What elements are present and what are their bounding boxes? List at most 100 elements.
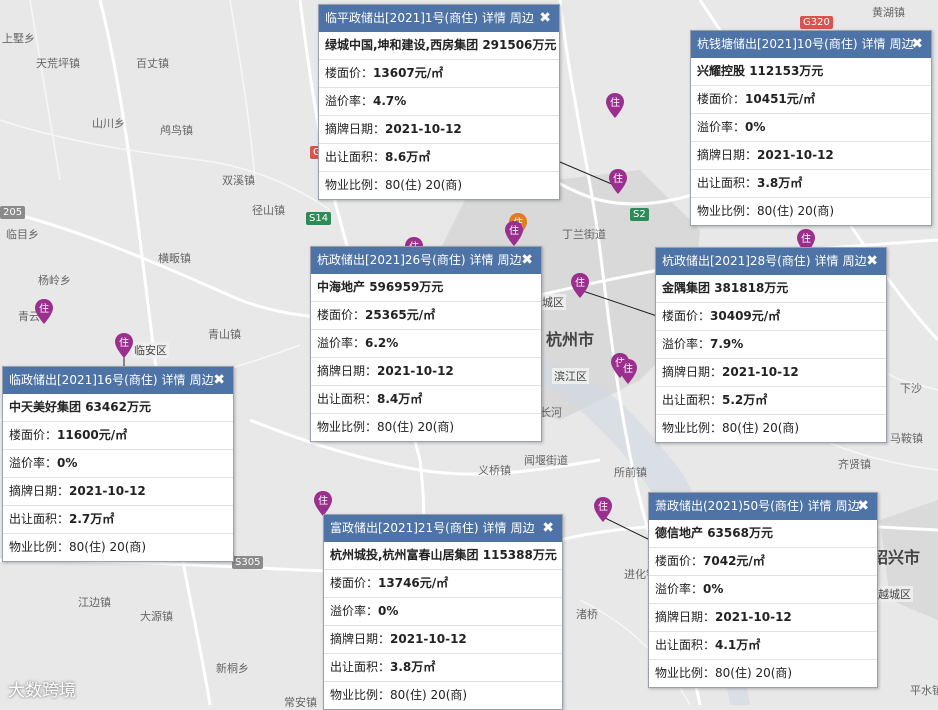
floor-price-row-label: 楼面价： — [697, 92, 746, 106]
close-icon[interactable]: ✖ — [866, 248, 878, 275]
premium-row-value: 0% — [57, 456, 78, 470]
close-icon[interactable]: ✖ — [521, 247, 533, 274]
area-row-label: 出让面积： — [9, 512, 70, 526]
premium-row: 溢价率：7.9% — [656, 330, 886, 358]
close-icon[interactable]: ✖ — [542, 515, 554, 542]
close-icon[interactable]: ✖ — [857, 493, 869, 520]
floor-price-row: 楼面价：13746元/㎡ — [324, 569, 562, 597]
area-row: 出让面积：2.7万㎡ — [3, 505, 233, 533]
land-marker-pin[interactable]: 住 — [608, 168, 628, 196]
listing-date-row-value: 2021-10-12 — [69, 484, 146, 498]
svg-text:住: 住 — [119, 336, 129, 349]
buyer-name: 中海地产 — [317, 280, 366, 294]
buyer-name: 中天美好集团 — [9, 400, 82, 414]
ratio-row-label: 物业比例： — [655, 666, 716, 680]
details-link[interactable]: 详情 — [483, 521, 507, 535]
floor-price-row: 楼面价：7042元/㎡ — [649, 547, 877, 575]
premium-row-value: 7.9% — [710, 337, 744, 351]
area-row-value: 4.1万㎡ — [715, 638, 761, 652]
ratio-row: 物业比例：80(住) 20(商) — [311, 413, 541, 441]
nearby-link[interactable]: 周边 — [498, 253, 522, 267]
nearby-link[interactable]: 周边 — [843, 254, 867, 268]
land-marker-pin[interactable]: 住 — [34, 298, 54, 326]
premium-row-value: 0% — [703, 582, 724, 596]
buyer-row: 绿城中国,坤和建设,西房集团 291506万元 — [319, 32, 559, 59]
ratio-row-value: 80(住) 20(商) — [390, 688, 468, 702]
premium-row-value: 0% — [745, 120, 766, 134]
nearby-link[interactable]: 周边 — [890, 37, 914, 51]
ratio-row-label: 物业比例： — [697, 204, 758, 218]
details-link[interactable]: 详情 — [808, 499, 832, 513]
close-icon[interactable]: ✖ — [539, 5, 551, 32]
listing-date-row-value: 2021-10-12 — [390, 632, 467, 646]
ratio-row-value: 80(住) 20(商) — [722, 421, 800, 435]
floor-price-row: 楼面价：11600元/㎡ — [3, 421, 233, 449]
floor-price-row: 楼面价：30409元/㎡ — [656, 302, 886, 330]
area-row: 出让面积：3.8万㎡ — [691, 169, 931, 197]
floor-price-row-label: 楼面价： — [330, 576, 379, 590]
listing-date-row: 摘牌日期：2021-10-12 — [3, 477, 233, 505]
svg-text:住: 住 — [318, 494, 328, 507]
popup-title: 富政储出[2021]21号(商住) — [330, 521, 479, 535]
deal-amount: 63568万元 — [707, 526, 773, 540]
ratio-row-value: 80(住) 20(商) — [377, 420, 455, 434]
ratio-row-value: 80(住) 20(商) — [385, 178, 463, 192]
land-marker-pin[interactable]: 住 — [593, 496, 613, 524]
nearby-link[interactable]: 周边 — [510, 11, 534, 25]
premium-row: 溢价率：0% — [324, 597, 562, 625]
details-link[interactable]: 详情 — [162, 373, 186, 387]
premium-row-label: 溢价率： — [9, 456, 58, 470]
land-info-popup: 临平政储出[2021]1号(商住) 详情 周边 ✖ 绿城中国,坤和建设,西房集团 291… — [318, 4, 560, 200]
premium-row-value: 0% — [378, 604, 399, 618]
buyer-row: 兴耀控股 112153万元 — [691, 58, 931, 85]
nearby-link[interactable]: 周边 — [511, 521, 535, 535]
buyer-row: 金隅集团 381818万元 — [656, 275, 886, 302]
close-icon[interactable]: ✖ — [213, 367, 225, 394]
details-link[interactable]: 详情 — [482, 11, 506, 25]
land-info-popup: 富政储出[2021]21号(商住) 详情 周边 ✖ 杭州城投,杭州富春山居集团 1153… — [323, 514, 563, 710]
ratio-row-label: 物业比例： — [662, 421, 723, 435]
buyer-name: 兴耀控股 — [697, 64, 746, 78]
buyer-name: 金隅集团 — [662, 281, 711, 295]
listing-date-row-value: 2021-10-12 — [722, 365, 799, 379]
land-marker-pin[interactable]: 住 — [570, 272, 590, 300]
land-marker-pin[interactable]: 住 — [605, 92, 625, 120]
floor-price-row: 楼面价：13607元/㎡ — [319, 59, 559, 87]
details-link[interactable]: 详情 — [815, 254, 839, 268]
floor-price-row-value: 25365元/㎡ — [365, 308, 436, 322]
nearby-link[interactable]: 周边 — [190, 373, 214, 387]
details-link[interactable]: 详情 — [862, 37, 886, 51]
premium-row-value: 6.2% — [365, 336, 399, 350]
svg-text:住: 住 — [598, 500, 608, 513]
listing-date-row: 摘牌日期：2021-10-12 — [324, 625, 562, 653]
area-row-value: 8.4万㎡ — [377, 392, 423, 406]
area-row-label: 出让面积： — [317, 392, 378, 406]
floor-price-row-label: 楼面价： — [325, 66, 374, 80]
listing-date-row: 摘牌日期：2021-10-12 — [656, 358, 886, 386]
details-link[interactable]: 详情 — [470, 253, 494, 267]
deal-amount: 112153万元 — [749, 64, 824, 78]
floor-price-row-value: 10451元/㎡ — [745, 92, 816, 106]
premium-row: 溢价率：6.2% — [311, 329, 541, 357]
buyer-row: 德信地产 63568万元 — [649, 520, 877, 547]
land-marker-pin[interactable]: 住 — [618, 358, 638, 386]
floor-price-row-value: 30409元/㎡ — [710, 309, 781, 323]
svg-text:住: 住 — [613, 172, 623, 185]
close-icon[interactable]: ✖ — [911, 31, 923, 58]
listing-date-row-value: 2021-10-12 — [715, 610, 792, 624]
premium-row-label: 溢价率： — [662, 337, 711, 351]
area-row-label: 出让面积： — [330, 660, 391, 674]
nearby-link[interactable]: 周边 — [836, 499, 860, 513]
popup-header: 杭政储出[2021]28号(商住) 详情 周边 ✖ — [656, 248, 886, 275]
popup-header: 杭政储出[2021]26号(商住) 详情 周边 ✖ — [311, 247, 541, 274]
land-marker-pin[interactable]: 住 — [504, 220, 524, 248]
listing-date-row-value: 2021-10-12 — [757, 148, 834, 162]
area-row-value: 8.6万㎡ — [385, 150, 431, 164]
land-marker-pin[interactable]: 住 — [114, 332, 134, 360]
floor-price-row-value: 13746元/㎡ — [378, 576, 449, 590]
premium-row-label: 溢价率： — [317, 336, 366, 350]
buyer-name: 绿城中国,坤和建设,西房集团 — [325, 38, 479, 52]
area-row-value: 3.8万㎡ — [757, 176, 803, 190]
land-info-popup: 杭政储出[2021]26号(商住) 详情 周边 ✖ 中海地产 596959万元 楼面价：2… — [310, 246, 542, 442]
popup-header: 富政储出[2021]21号(商住) 详情 周边 ✖ — [324, 515, 562, 542]
